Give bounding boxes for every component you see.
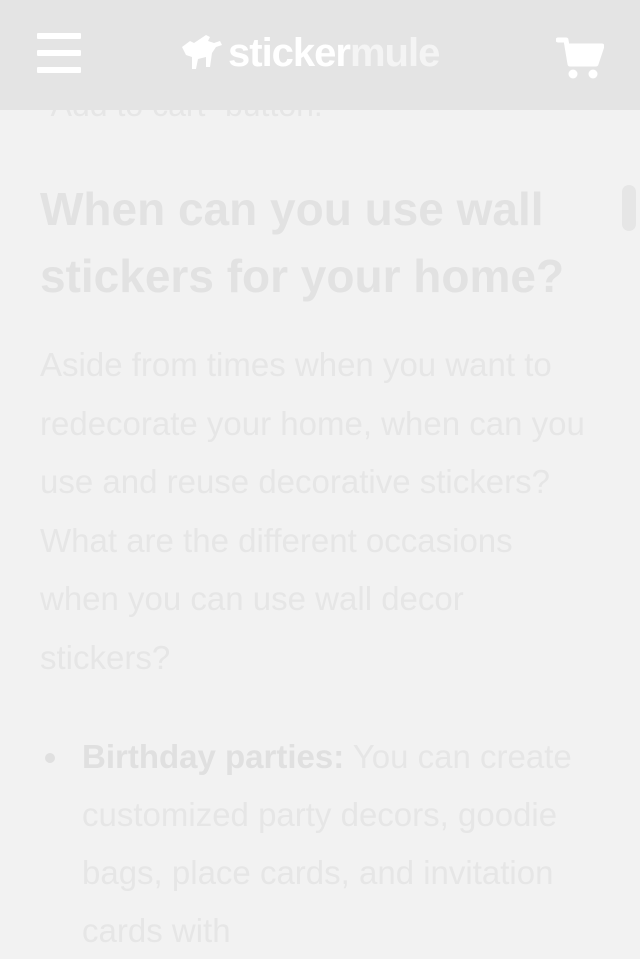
hamburger-menu-icon[interactable] bbox=[37, 33, 81, 73]
top-nav-bar: stickermule bbox=[0, 0, 640, 110]
logo-word-mule: mule bbox=[349, 31, 440, 75]
mule-icon bbox=[182, 35, 222, 69]
section-heading: When can you use wall stickers for your … bbox=[40, 183, 565, 302]
list-item: Birthday parties: You can create customi… bbox=[40, 728, 600, 959]
bullet-dot bbox=[45, 753, 55, 763]
section-paragraph: Aside from times when you want to redeco… bbox=[40, 346, 585, 676]
logo-word-sticker: sticker bbox=[228, 31, 351, 75]
cart-icon[interactable] bbox=[555, 36, 605, 80]
logo-wordmark: stickermule bbox=[228, 28, 440, 78]
page: stickermule “Add to cart” button. When c… bbox=[0, 0, 640, 959]
list-item-title: Birthday parties: bbox=[82, 738, 345, 775]
stickermule-logo[interactable]: stickermule bbox=[180, 28, 440, 78]
occasions-list: Birthday parties: You can create customi… bbox=[40, 728, 600, 959]
scrollbar-thumb[interactable] bbox=[622, 185, 636, 231]
